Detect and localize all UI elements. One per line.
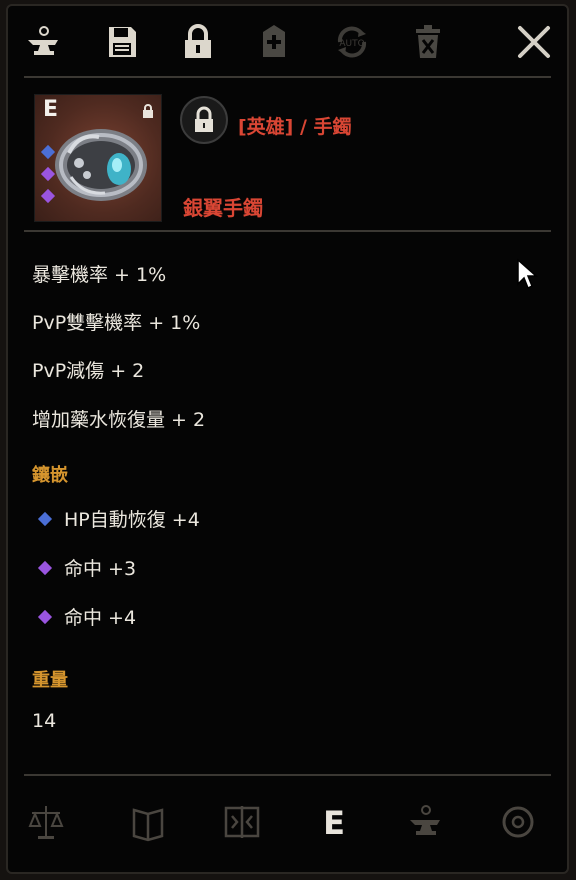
lock-icon <box>195 106 213 132</box>
bracelet-icon <box>55 129 147 201</box>
anvil-icon[interactable] <box>24 22 64 62</box>
lock-icon[interactable] <box>178 22 218 62</box>
inlay-gem-line: 命中 +4 <box>34 603 136 630</box>
inlay-gem-label: 命中 +3 <box>64 558 137 580</box>
inlay-title: 鑲嵌 <box>32 465 68 486</box>
inlay-gem-line: HP自動恢復 +4 <box>34 505 200 532</box>
item-name: 銀翼手鐲 <box>183 196 263 220</box>
grade-e-text: E <box>323 804 345 842</box>
stat-line: PvP減傷 + 2 <box>32 360 145 382</box>
swirl-icon[interactable] <box>498 800 538 844</box>
anvil-icon[interactable] <box>406 800 446 844</box>
scales-icon[interactable] <box>26 800 66 844</box>
close-icon[interactable] <box>514 22 554 62</box>
inlay-gem-label: 命中 +4 <box>64 607 137 629</box>
inlay-gem-label: HP自動恢復 +4 <box>64 509 200 531</box>
toolbar-divider <box>24 76 551 78</box>
item-tooltip-panel: AUTO E [英雄] / 手鐲 銀翼手鐲 暴擊機率 + 1% PvP雙擊機率 … <box>6 4 569 874</box>
footer-divider <box>24 774 551 776</box>
compare-icon[interactable] <box>222 800 262 844</box>
add-tag-icon[interactable] <box>254 22 294 62</box>
item-header: E [英雄] / 手鐲 銀翼手鐲 <box>8 84 567 234</box>
purple-gem-icon <box>37 560 53 576</box>
save-icon[interactable] <box>102 22 142 62</box>
stat-line: 增加藥水恢復量 + 2 <box>32 409 206 431</box>
toolbar: AUTO <box>8 6 567 80</box>
grade-e-icon[interactable]: E <box>314 800 354 844</box>
book-icon[interactable] <box>128 800 168 844</box>
header-divider <box>24 230 551 232</box>
stat-line: PvP雙擊機率 + 1% <box>32 312 201 334</box>
blue-gem-icon <box>37 511 53 527</box>
weight-title: 重量 <box>32 670 68 691</box>
inlay-gem-line: 命中 +3 <box>34 554 136 581</box>
item-type-label: [英雄] / 手鐲 <box>238 116 352 138</box>
auto-icon[interactable]: AUTO <box>332 22 372 62</box>
item-icon[interactable]: E <box>34 94 162 222</box>
delete-icon[interactable] <box>408 22 448 62</box>
mouse-cursor-icon <box>517 258 538 290</box>
weight-value: 14 <box>32 710 57 732</box>
stat-line: 暴擊機率 + 1% <box>32 264 167 286</box>
bottom-action-bar: E <box>8 786 567 862</box>
lock-toggle[interactable] <box>180 96 228 144</box>
svg-text:AUTO: AUTO <box>339 39 364 49</box>
purple-gem-icon <box>37 609 53 625</box>
